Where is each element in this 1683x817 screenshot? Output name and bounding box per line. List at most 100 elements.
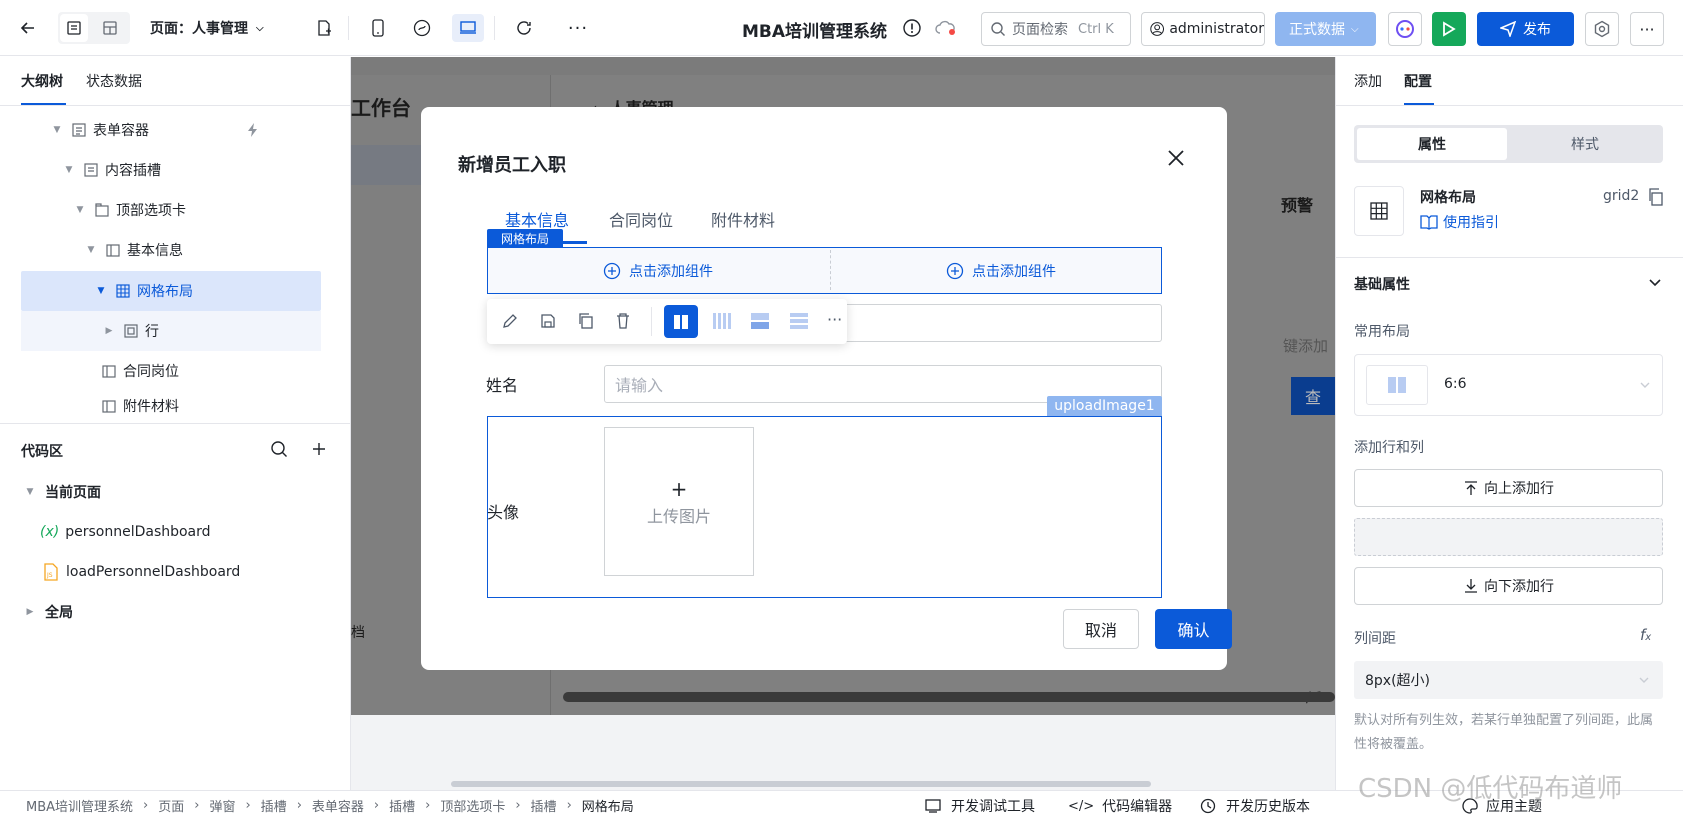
grid-col-2-add[interactable]: 点击添加组件 <box>946 261 1056 281</box>
common-layout-select[interactable]: 6:6 <box>1354 354 1663 416</box>
refresh-icon[interactable] <box>510 14 538 42</box>
col-gap-select[interactable]: 8px(超小) <box>1354 661 1663 699</box>
breadcrumb-item[interactable]: 顶部选项卡 <box>440 796 505 815</box>
caret-down-icon: ▼ <box>76 205 84 215</box>
guide-label: 使用指引 <box>1443 215 1499 231</box>
save-icon[interactable] <box>539 312 557 330</box>
breadcrumb-item[interactable]: 插槽 <box>389 796 415 815</box>
tree-item-row[interactable]: ▶ 行 <box>104 311 159 351</box>
ai-assistant-button[interactable] <box>1388 12 1422 46</box>
layout-3row-icon[interactable] <box>789 312 809 330</box>
back-arrow-icon[interactable] <box>14 14 42 42</box>
confirm-button[interactable]: 确认 <box>1155 609 1232 649</box>
user-name: administrator <box>1169 21 1264 37</box>
page-search-input[interactable]: 页面检索 Ctrl K <box>981 12 1131 46</box>
publish-button[interactable]: 发布 <box>1477 12 1574 46</box>
breadcrumb-item[interactable]: MBA培训管理系统 <box>26 796 133 815</box>
mini-program-icon[interactable] <box>408 14 436 42</box>
code-global[interactable]: ▶ 全局 <box>25 592 73 632</box>
tree-item-attachments[interactable]: 附件材料 <box>101 391 179 421</box>
tab-config[interactable]: 配置 <box>1404 71 1432 91</box>
code-current-page[interactable]: ▼ 当前页面 <box>25 472 101 512</box>
chevron-down-icon[interactable] <box>1648 278 1662 288</box>
seg-properties[interactable]: 属性 <box>1357 128 1507 160</box>
code-editor-button[interactable]: </> 代码编辑器 <box>1068 796 1172 816</box>
tree-item-basic-info[interactable]: ▼ 基本信息 <box>86 230 183 270</box>
tab-basic-info[interactable]: 基本信息 <box>505 207 569 231</box>
arrow-up-icon <box>1465 481 1477 495</box>
bg-horizontal-scrollbar[interactable] <box>563 692 1335 702</box>
chevron-down-icon: ⌵ <box>1351 23 1359 35</box>
upload-image-box[interactable]: + 上传图片 <box>604 427 754 576</box>
breadcrumb-item[interactable]: 弹窗 <box>209 796 235 815</box>
row-placeholder <box>1354 518 1663 556</box>
edit-icon[interactable] <box>501 312 519 330</box>
plus-icon: + <box>670 476 688 501</box>
breadcrumb-item[interactable]: 网格布局 <box>582 796 634 815</box>
tree-item-content-slot[interactable]: ▼ 内容插槽 <box>64 150 161 190</box>
design-canvas: 工作台 ‹人事管理 预警 键添加 查 档 / 1 新增员工入职 基本信息 合同岗… <box>351 57 1335 790</box>
tree-item-top-tabs[interactable]: ▼ 顶部选项卡 <box>75 190 186 230</box>
usage-guide-link[interactable]: 使用指引 <box>1420 212 1499 232</box>
settings-button[interactable] <box>1585 12 1619 46</box>
preview-run-button[interactable] <box>1432 12 1466 46</box>
more-icon[interactable]: ··· <box>564 14 592 42</box>
desktop-preview-icon[interactable] <box>452 14 484 42</box>
breadcrumb: MBA培训管理系统 › 页面 › 弹窗 › 插槽 › 表单容器 › 插槽 › 顶部选项卡 › 插槽 › 网格布局 <box>26 796 634 815</box>
code-brackets-icon: </> <box>1068 798 1095 814</box>
breadcrumb-item[interactable]: 页面 <box>158 796 184 815</box>
plus-icon[interactable] <box>311 441 327 457</box>
form-icon <box>72 123 86 137</box>
history-button[interactable]: 开发历史版本 <box>1200 796 1310 816</box>
more-icon[interactable]: ··· <box>827 310 842 329</box>
code-item-variable[interactable]: (x) personnelDashboard <box>40 512 211 552</box>
breadcrumb-item[interactable]: 插槽 <box>531 796 557 815</box>
page-view-icon[interactable] <box>60 14 88 42</box>
user-menu[interactable]: administrator <box>1141 12 1265 46</box>
cancel-button[interactable]: 取消 <box>1063 609 1139 649</box>
tab-state-data[interactable]: 状态数据 <box>86 71 142 91</box>
info-icon[interactable] <box>903 19 921 37</box>
breadcrumb-item[interactable]: 表单容器 <box>312 796 364 815</box>
layout-view-icon[interactable] <box>96 14 124 42</box>
copy-icon[interactable] <box>1648 188 1664 206</box>
grid-col-1-add[interactable]: 点击添加组件 <box>603 261 713 281</box>
add-page-icon[interactable] <box>310 14 338 42</box>
dev-tools-label: 开发调试工具 <box>951 799 1035 815</box>
delete-icon[interactable] <box>614 312 632 330</box>
env-selector[interactable]: 正式数据 ⌵ <box>1275 12 1376 46</box>
layout-2row-icon[interactable] <box>750 312 770 330</box>
tree-label: 全局 <box>45 605 73 621</box>
close-icon[interactable] <box>1167 149 1185 167</box>
tab-attachments[interactable]: 附件材料 <box>711 207 775 231</box>
tree-item-contract[interactable]: 合同岗位 <box>101 351 179 391</box>
tab-contract[interactable]: 合同岗位 <box>609 207 673 231</box>
cloud-sync-icon[interactable] <box>935 20 957 36</box>
layout-4col-icon[interactable] <box>712 312 732 330</box>
upload-image-component[interactable] <box>487 416 1162 598</box>
copy-icon[interactable] <box>577 312 595 330</box>
more-options-button[interactable]: ··· <box>1630 12 1664 46</box>
canvas-scrollbar[interactable] <box>451 781 1151 787</box>
formula-fx-icon[interactable]: fx <box>1640 626 1651 644</box>
add-row-down-button[interactable]: 向下添加行 <box>1354 567 1663 605</box>
dev-tools-button[interactable]: 开发调试工具 <box>925 796 1035 816</box>
tab-outline[interactable]: 大纲树 <box>21 71 63 91</box>
upload-label: 上传图片 <box>646 506 711 526</box>
tree-item-form-container[interactable]: ▼ 表单容器 <box>52 110 302 150</box>
add-row-up-button[interactable]: 向上添加行 <box>1354 469 1663 507</box>
breadcrumb-item[interactable]: 插槽 <box>261 796 287 815</box>
page-selector[interactable]: 页面：人事管理 ⌵ <box>150 18 264 38</box>
mobile-preview-icon[interactable] <box>364 14 392 42</box>
ai-bot-icon <box>1396 20 1414 38</box>
tree-item-grid-layout[interactable]: ▼ 网格布局 <box>96 271 193 311</box>
search-icon[interactable] <box>270 440 288 458</box>
lightning-icon[interactable] <box>245 122 261 138</box>
seg-style[interactable]: 样式 <box>1510 128 1660 160</box>
grid-layout-selected[interactable]: 点击添加组件 点击添加组件 <box>487 247 1162 294</box>
breadcrumb-separator-icon: › <box>143 798 149 813</box>
code-item-function[interactable]: JS loadPersonnelDashboard <box>43 552 240 592</box>
tab-add[interactable]: 添加 <box>1354 71 1382 91</box>
section-basic-props[interactable]: 基础属性 <box>1354 274 1410 294</box>
layout-2col-icon[interactable] <box>664 305 698 338</box>
